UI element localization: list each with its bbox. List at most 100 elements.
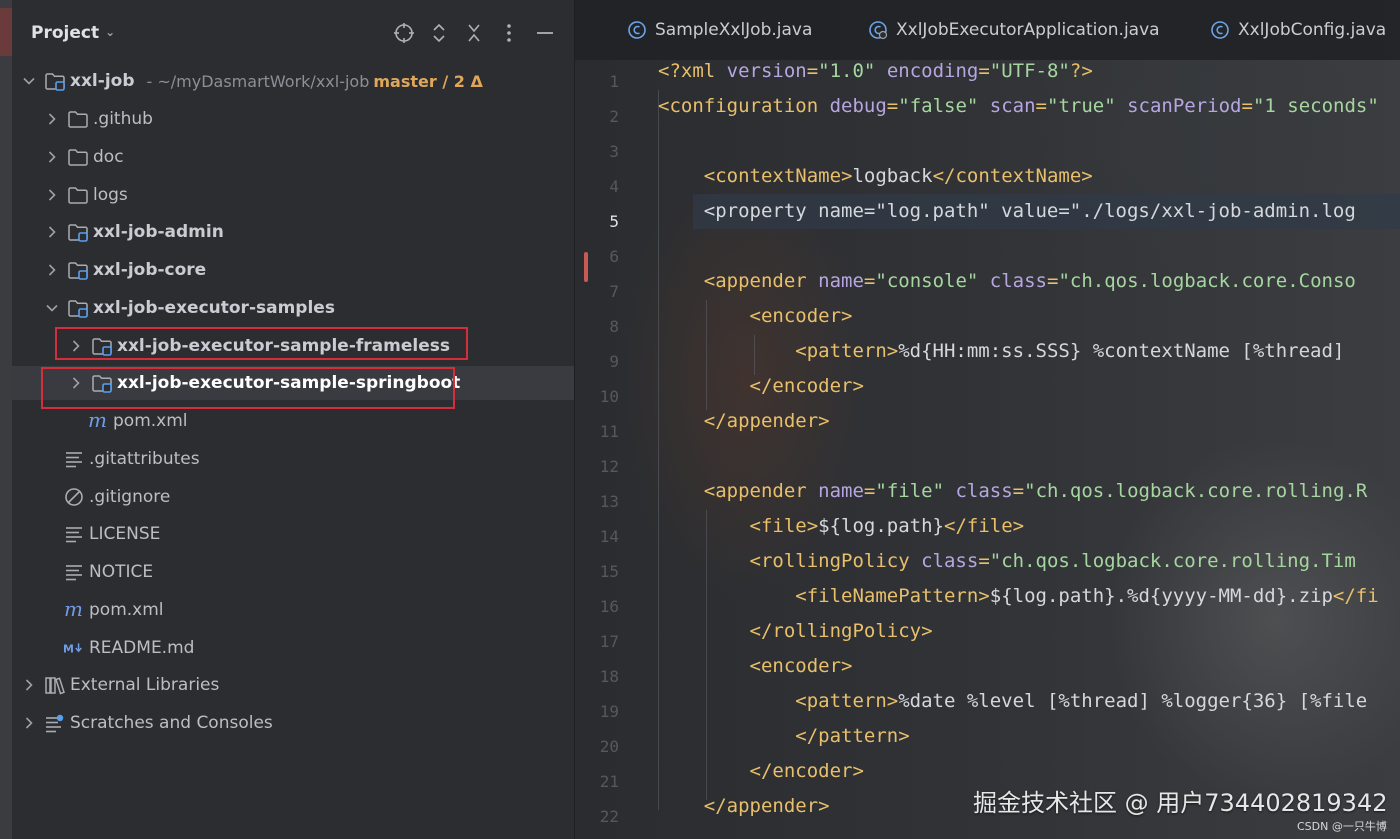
code-line[interactable]: <file>${log.path}</file> — [658, 509, 1025, 544]
tree-item-gitignore[interactable]: .gitignore — [12, 480, 574, 514]
chevron-right-icon[interactable] — [22, 678, 36, 692]
tree-item-github[interactable]: .github — [12, 102, 574, 136]
code-line[interactable]: </encoder> — [658, 369, 864, 404]
line-number: 17 — [599, 632, 619, 651]
line-number: 3 — [609, 142, 619, 161]
code-line[interactable]: </pattern> — [658, 719, 909, 754]
folder-icon — [67, 108, 89, 130]
module-folder-icon — [67, 297, 89, 319]
tree-item-license[interactable]: LICENSE — [12, 517, 574, 551]
code-token: version — [726, 60, 807, 82]
line-number: 5 — [609, 212, 619, 231]
tree-item-xxl-job[interactable]: xxl-job - ~/myDasmartWork/xxl-job master /… — [12, 64, 574, 98]
target-icon[interactable] — [391, 20, 417, 46]
tree-item-logs[interactable]: logs — [12, 178, 574, 212]
tree-item-external-libraries[interactable]: External Libraries — [12, 668, 574, 702]
code-token: <file> — [749, 515, 819, 537]
tree-item-xxl-job-admin[interactable]: xxl-job-admin — [12, 215, 574, 249]
tree-item-xxl-job-executor-samples[interactable]: xxl-job-executor-samples — [12, 291, 574, 325]
tree-item-doc[interactable]: doc — [12, 140, 574, 174]
chevron-right-icon[interactable] — [45, 188, 59, 202]
scratches-icon — [44, 712, 66, 734]
tree-item-pom-xml[interactable]: m pom.xml — [12, 593, 574, 627]
code-token: <encoder> — [749, 305, 853, 327]
code-line[interactable]: <appender name="console" class="ch.qos.l… — [658, 264, 1356, 299]
tree-item-xxl-job-core[interactable]: xxl-job-core — [12, 253, 574, 287]
watermark-small: CSDN @一只牛博 — [1297, 820, 1387, 833]
chevron-right-icon[interactable] — [22, 716, 36, 730]
tree-item-gitattributes[interactable]: .gitattributes — [12, 442, 574, 476]
code-token: = — [863, 270, 876, 292]
project-panel: Project ⌄ xxl-job - ~/myDasmartWork/xxl-jo… — [12, 0, 575, 839]
tab-xxl-job-config[interactable]: XxlJobConfig.java — [1210, 10, 1386, 50]
code-token: "ch.qos.logback.core.rolling.Tim — [989, 550, 1356, 572]
more-icon[interactable] — [496, 20, 522, 46]
chevron-down-icon[interactable] — [22, 74, 36, 88]
code-line[interactable]: <contextName>logback</contextName> — [658, 159, 1093, 194]
minimize-icon[interactable] — [532, 20, 558, 46]
line-number: 16 — [599, 597, 619, 616]
tab-label: XxlJobExecutorApplication.java — [896, 20, 1160, 40]
text-file-icon — [63, 448, 85, 470]
code-editor[interactable]: SampleXxlJob.java XxlJobExecutorApplicat… — [575, 0, 1400, 839]
tab-label: XxlJobConfig.java — [1238, 20, 1387, 40]
code-line[interactable]: <?xml version="1.0" encoding="UTF-8"?> — [658, 54, 1093, 89]
tree-item-label: logs — [93, 185, 128, 205]
code-line[interactable]: </appender> — [658, 404, 830, 439]
chevron-right-icon[interactable] — [45, 263, 59, 277]
chevron-right-icon[interactable] — [45, 112, 59, 126]
code-line[interactable]: <configuration debug="false" scan="true"… — [658, 89, 1379, 124]
tab-xxl-job-executor-application[interactable]: XxlJobExecutorApplication.java — [868, 10, 1160, 50]
project-view-selector[interactable]: Project ⌄ — [31, 23, 115, 43]
tree-item-label: Scratches and Consoles — [70, 713, 273, 733]
code-line[interactable]: </rollingPolicy> — [658, 614, 933, 649]
code-line[interactable]: </encoder> — [658, 754, 864, 789]
tool-window-strip — [0, 0, 12, 839]
code-token: </encoder> — [749, 375, 864, 397]
tree-item-pom-xml[interactable]: m pom.xml — [12, 404, 574, 438]
line-number: 19 — [599, 702, 619, 721]
code-line[interactable]: <appender name="file" class="ch.qos.logb… — [658, 474, 1368, 509]
chevron-right-icon[interactable] — [45, 150, 59, 164]
code-line[interactable]: <pattern>%date %level [%thread] %logger{… — [658, 684, 1367, 719]
java-class-icon — [627, 20, 647, 40]
code-token: "UTF-8" — [989, 60, 1070, 82]
code-token: = — [1012, 480, 1025, 502]
tree-item-notice[interactable]: NOTICE — [12, 555, 574, 589]
code-token: logback — [852, 165, 933, 187]
code-line[interactable]: <fileNamePattern>${log.path}.%d{yyyy-MM-… — [658, 579, 1378, 614]
maven-icon: m — [87, 410, 109, 432]
close-icon[interactable] — [461, 20, 487, 46]
code-line[interactable]: <property name="log.path" value="./logs/… — [658, 194, 1356, 229]
line-number: 10 — [599, 387, 619, 406]
tree-item-readme-md[interactable]: M README.md — [12, 631, 574, 665]
line-number: 15 — [599, 562, 619, 581]
code-line[interactable]: <rollingPolicy class="ch.qos.logback.cor… — [658, 544, 1356, 579]
tree-item-label: NOTICE — [89, 562, 154, 582]
tree-item-label: xxl-job-executor-samples — [93, 298, 335, 318]
chevron-down-icon[interactable] — [45, 301, 59, 315]
code-token: = — [1241, 95, 1253, 117]
expand-collapse-icon[interactable] — [426, 20, 452, 46]
tree-item-scratches-and-consoles[interactable]: Scratches and Consoles — [12, 706, 574, 740]
library-icon — [44, 674, 66, 696]
code-token: <appender — [703, 270, 819, 292]
svg-text:M: M — [63, 643, 74, 656]
tree-item-label: .github — [93, 109, 153, 129]
code-line[interactable]: <encoder> — [658, 649, 853, 684]
tab-sample-xxl-job[interactable]: SampleXxlJob.java — [627, 10, 812, 50]
code-token: <fileNamePattern> — [795, 585, 990, 607]
code-line[interactable]: <encoder> — [658, 299, 853, 334]
svg-text:m: m — [88, 410, 107, 432]
code-line[interactable]: </appender> — [658, 789, 830, 824]
code-line[interactable]: <pattern>%d{HH:mm:ss.SSS} %contextName [… — [658, 334, 1344, 369]
chevron-right-icon[interactable] — [45, 225, 59, 239]
